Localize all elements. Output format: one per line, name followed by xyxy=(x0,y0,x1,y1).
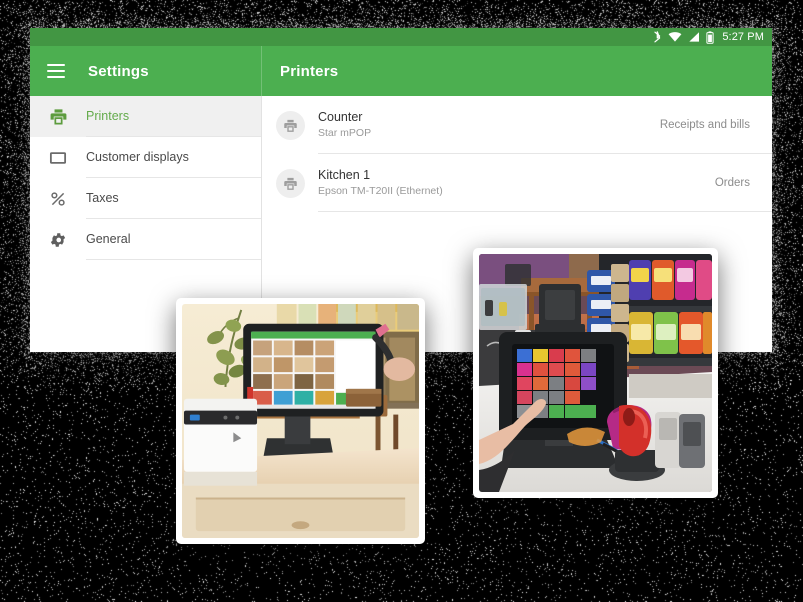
page-title: Printers xyxy=(280,63,338,80)
printer-texts: Counter Star mPOP xyxy=(318,110,371,140)
pos-store-illustration xyxy=(479,254,712,492)
sidebar-item-label: General xyxy=(86,232,130,246)
wifi-icon xyxy=(668,31,682,43)
bluetooth-icon xyxy=(653,31,662,43)
percent-icon xyxy=(30,178,86,219)
drawer-title: Settings xyxy=(88,63,149,80)
display-icon xyxy=(30,137,86,178)
drawer-toolbar: Settings xyxy=(30,46,262,96)
sidebar-label-cell: Printers xyxy=(86,96,261,137)
status-time: 5:27 PM xyxy=(722,31,764,43)
photo-frame xyxy=(479,254,712,492)
printer-texts: Kitchen 1 Epson TM-T20II (Ethernet) xyxy=(318,168,443,198)
printer-name: Counter xyxy=(318,110,371,125)
sidebar-item-label: Customer displays xyxy=(86,150,189,164)
sidebar-label-cell: Taxes xyxy=(86,178,261,219)
sidebar-item-printers[interactable]: Printers xyxy=(30,96,261,137)
sidebar-item-general[interactable]: General xyxy=(30,219,261,260)
printer-row-body: Kitchen 1 Epson TM-T20II (Ethernet) Orde… xyxy=(318,154,772,212)
table-row[interactable]: Kitchen 1 Epson TM-T20II (Ethernet) Orde… xyxy=(262,154,772,212)
printer-avatar-cell xyxy=(262,154,318,212)
printer-role: Receipts and bills xyxy=(660,119,750,131)
battery-icon xyxy=(706,31,714,44)
printer-model: Epson TM-T20II (Ethernet) xyxy=(318,184,443,198)
pos-counter-illustration xyxy=(182,304,419,538)
sidebar-item-label: Printers xyxy=(86,109,129,123)
hamburger-menu-icon[interactable] xyxy=(47,64,65,78)
content-toolbar: Printers xyxy=(262,46,772,96)
printer-role: Orders xyxy=(715,177,750,189)
sidebar-label-cell: General xyxy=(86,219,261,260)
sidebar-item-label: Taxes xyxy=(86,191,119,205)
pos-counter-photo[interactable] xyxy=(176,298,425,544)
printer-row-body: Counter Star mPOP Receipts and bills xyxy=(318,96,772,154)
printer-name: Kitchen 1 xyxy=(318,168,443,183)
sidebar-item-taxes[interactable]: Taxes xyxy=(30,178,261,219)
gear-icon xyxy=(30,219,86,260)
photo-frame xyxy=(182,304,419,538)
printer-avatar-cell xyxy=(262,96,318,154)
sidebar-label-cell: Customer displays xyxy=(86,137,261,178)
status-bar: 5:27 PM xyxy=(30,28,772,46)
pos-convenience-store-photo[interactable] xyxy=(473,248,718,498)
sidebar-item-customer-displays[interactable]: Customer displays xyxy=(30,137,261,178)
table-row[interactable]: Counter Star mPOP Receipts and bills xyxy=(262,96,772,154)
toolbar: Settings Printers xyxy=(30,46,772,96)
printer-icon xyxy=(276,169,305,198)
printer-model: Star mPOP xyxy=(318,126,371,140)
printer-icon xyxy=(30,96,86,137)
cell-signal-icon xyxy=(688,31,700,43)
printer-icon xyxy=(276,111,305,140)
